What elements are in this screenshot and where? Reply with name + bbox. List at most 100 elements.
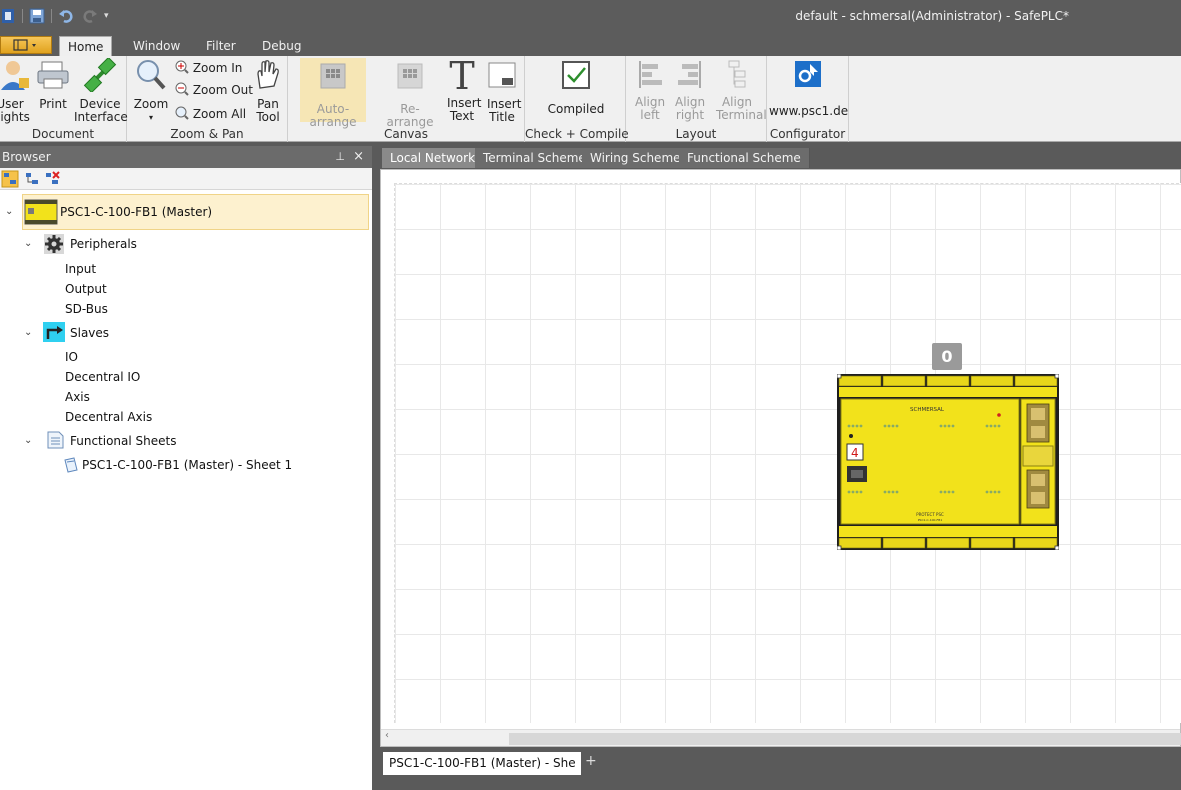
device-brand-text: SCHMERSAL bbox=[910, 407, 945, 413]
zoom-out-button[interactable]: Zoom Out bbox=[175, 80, 253, 100]
device-interface-button[interactable]: Device Interface bbox=[74, 56, 128, 124]
zoom-out-icon bbox=[175, 82, 189, 96]
pin-icon[interactable]: ⊥ bbox=[335, 146, 345, 168]
group-label-document: Document bbox=[31, 127, 95, 141]
zoom-all-button[interactable]: Zoom All bbox=[175, 104, 246, 124]
zoom-button[interactable]: Zoom ▾ bbox=[133, 58, 169, 124]
psc1-website-button[interactable]: www.psc1.de bbox=[769, 58, 848, 118]
tree-item-decentral-io[interactable]: Decentral IO bbox=[65, 367, 140, 387]
ribbon-group-configurator: www.psc1.de Configurator bbox=[767, 56, 849, 142]
close-icon[interactable]: × bbox=[353, 146, 364, 168]
align-terminal-button[interactable]: Align Terminal bbox=[712, 58, 767, 122]
tree-label-functional-sheets[interactable]: Functional Sheets bbox=[70, 431, 177, 451]
tab-local-network[interactable]: Local Network bbox=[382, 148, 485, 168]
browser-header: Browser ⊥ × bbox=[0, 146, 372, 168]
align-terminal-icon bbox=[728, 60, 746, 88]
user-rights-button[interactable]: User Rights bbox=[0, 58, 36, 124]
panel-splitter[interactable] bbox=[372, 146, 380, 790]
insert-text-button[interactable]: T Insert Text bbox=[443, 54, 481, 123]
undo-icon[interactable] bbox=[58, 8, 74, 24]
tree-item-axis[interactable]: Axis bbox=[65, 387, 90, 407]
tree-item-decentral-axis[interactable]: Decentral Axis bbox=[65, 407, 152, 427]
canvas-viewport: 0 SCHMERSAL 4 PROTECT PSC PSC1-C-100-FB1… bbox=[380, 169, 1181, 747]
network-canvas[interactable] bbox=[394, 183, 1181, 723]
browser-title: Browser bbox=[2, 150, 51, 164]
sheet-icon bbox=[64, 457, 78, 473]
peripherals-gear-icon bbox=[44, 234, 64, 254]
ribbon: User Rights Print Device Interface Docum… bbox=[0, 56, 1181, 142]
zoom-in-button[interactable]: Zoom In bbox=[175, 58, 242, 78]
menu-tab-bar: Home Window Filter Debug bbox=[0, 33, 1181, 56]
tab-filter[interactable]: Filter bbox=[198, 36, 244, 56]
chevron-down-icon[interactable]: ⌄ bbox=[5, 206, 13, 217]
re-arrange-button[interactable]: Re-arrange bbox=[379, 58, 441, 129]
application-menu-button[interactable] bbox=[0, 36, 52, 54]
customize-quick-access-icon[interactable]: ▾ bbox=[104, 11, 109, 21]
auto-arrange-button[interactable]: Auto-arrange bbox=[300, 58, 366, 129]
tree-item-sheet-1[interactable]: PSC1-C-100-FB1 (Master) - Sheet 1 bbox=[82, 455, 292, 475]
chevron-down-icon[interactable]: ⌄ bbox=[24, 238, 32, 249]
compiled-button[interactable]: Compiled bbox=[545, 58, 607, 116]
tab-terminal-scheme[interactable]: Terminal Scheme bbox=[475, 148, 595, 168]
title-bar: ▾ default - schmersal(Administrator) - S… bbox=[0, 0, 1181, 33]
chevron-down-icon[interactable]: ⌄ bbox=[24, 327, 32, 338]
tree-label-master: PSC1-C-100-FB1 (Master) bbox=[60, 205, 213, 219]
align-right-icon bbox=[678, 61, 701, 88]
device-interface-icon bbox=[83, 56, 117, 94]
tab-wiring-scheme[interactable]: Wiring Scheme bbox=[582, 148, 690, 168]
tree-item-output[interactable]: Output bbox=[65, 279, 107, 299]
expand-tree-icon[interactable] bbox=[1, 170, 19, 188]
horizontal-scrollbar[interactable]: ‹ bbox=[381, 729, 1181, 746]
tab-debug[interactable]: Debug bbox=[254, 36, 309, 56]
group-label-canvas: Canvas bbox=[383, 127, 429, 141]
collapse-tree-icon[interactable] bbox=[24, 171, 40, 187]
add-sheet-button[interactable]: + bbox=[585, 753, 597, 769]
safeplc-window: ▾ default - schmersal(Administrator) - S… bbox=[0, 0, 1181, 790]
tree-item-input[interactable]: Input bbox=[65, 259, 96, 279]
pan-tool-button[interactable]: Pan Tool bbox=[251, 58, 285, 124]
align-left-button[interactable]: Align left bbox=[630, 58, 670, 122]
tree-label-slaves[interactable]: Slaves bbox=[70, 323, 109, 343]
zoom-in-icon bbox=[175, 60, 189, 74]
tab-window[interactable]: Window bbox=[125, 36, 188, 56]
app-menu-icon bbox=[13, 39, 36, 51]
re-arrange-icon bbox=[397, 63, 423, 89]
app-logo-icon bbox=[2, 9, 14, 23]
document-area: Local Network Terminal Scheme Wiring Sch… bbox=[380, 146, 1181, 790]
browser-tree: ⌄ PSC1-C-100-FB1 (Master) ⌄ Peripherals … bbox=[0, 192, 372, 790]
tree-label-peripherals[interactable]: Peripherals bbox=[70, 234, 137, 254]
chevron-down-icon[interactable]: ⌄ bbox=[24, 435, 32, 446]
ribbon-group-canvas: Auto-arrange Re-arrange T Insert Text In… bbox=[288, 56, 525, 142]
save-icon[interactable] bbox=[29, 8, 45, 24]
insert-title-button[interactable]: Insert Title bbox=[482, 58, 522, 124]
quick-access-toolbar: ▾ bbox=[2, 7, 109, 25]
tab-functional-scheme[interactable]: Functional Scheme bbox=[679, 148, 810, 168]
tab-home[interactable]: Home bbox=[59, 36, 113, 56]
insert-title-icon bbox=[488, 62, 516, 88]
slaves-icon bbox=[43, 322, 65, 342]
scrollbar-thumb[interactable] bbox=[509, 733, 1181, 745]
plc-module-master[interactable]: SCHMERSAL 4 PROTECT PSC PSC1-C-100-FB1 bbox=[837, 374, 1059, 550]
remove-node-icon[interactable] bbox=[44, 171, 60, 187]
group-label-zoom-pan: Zoom & Pan bbox=[170, 127, 244, 141]
functional-sheets-icon bbox=[47, 431, 64, 449]
redo-icon[interactable] bbox=[82, 8, 98, 24]
window-title: default - schmersal(Administrator) - Saf… bbox=[795, 9, 1069, 23]
print-button[interactable]: Print bbox=[36, 58, 70, 111]
plc-master-icon bbox=[24, 199, 58, 225]
configurator-icon bbox=[795, 61, 821, 87]
user-rights-icon bbox=[1, 61, 29, 90]
align-left-icon bbox=[639, 61, 662, 88]
device-model-label: PROTECT PSC bbox=[916, 512, 944, 517]
compiled-check-icon bbox=[562, 61, 590, 89]
sheet-tab-1[interactable]: PSC1-C-100-FB1 (Master) - Sheet 1 bbox=[383, 752, 581, 775]
browser-toolbar bbox=[0, 168, 372, 190]
zoom-dropdown-icon: ▾ bbox=[148, 113, 153, 122]
tree-item-sd-bus[interactable]: SD-Bus bbox=[65, 299, 108, 319]
device-status-digit: 4 bbox=[851, 446, 859, 460]
tree-item-io[interactable]: IO bbox=[65, 347, 78, 367]
text-t-icon: T bbox=[449, 54, 475, 98]
sheet-tabs-bar: PSC1-C-100-FB1 (Master) - Sheet 1 + bbox=[380, 747, 1181, 775]
scroll-left-icon[interactable]: ‹ bbox=[385, 730, 389, 741]
align-right-button[interactable]: Align right bbox=[670, 58, 710, 122]
